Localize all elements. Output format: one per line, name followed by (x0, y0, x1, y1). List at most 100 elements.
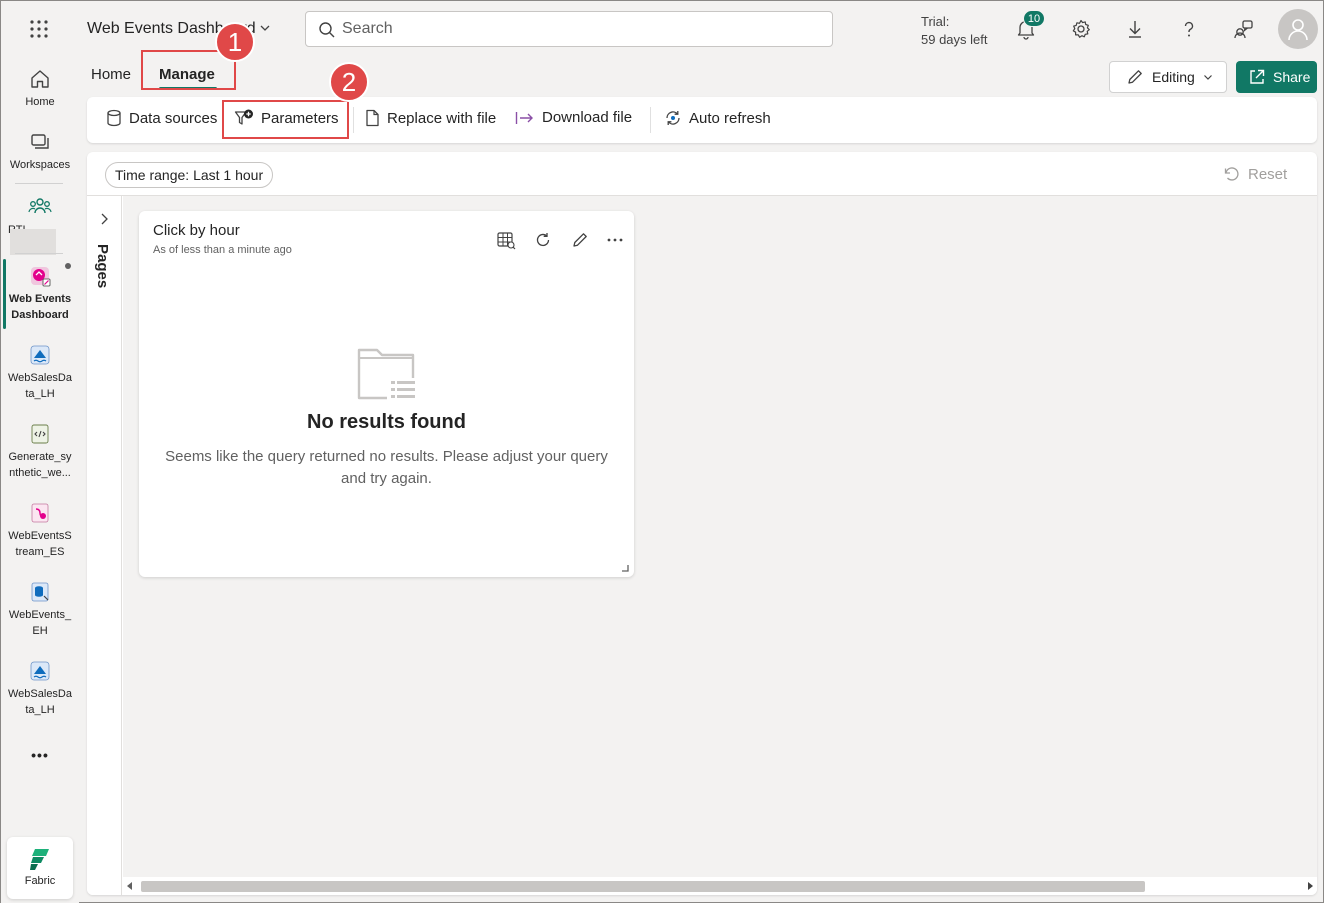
more-options-icon[interactable] (604, 229, 626, 251)
rail-item-webevents-eh[interactable]: WebEvents_ EH (1, 580, 79, 639)
annotation-marker-2: 2 (329, 62, 369, 102)
scroll-right-icon[interactable] (1307, 882, 1313, 890)
share-icon (1248, 68, 1266, 86)
notification-badge[interactable]: 10 (1023, 10, 1045, 27)
download-file-label: Download file (542, 109, 633, 126)
trial-label: Trial: (921, 14, 950, 29)
scrollbar-thumb[interactable] (141, 881, 1145, 892)
empty-state-message: Seems like the query returned no results… (165, 448, 608, 487)
rail-item-label: WebSalesDa (8, 372, 72, 384)
rail-item-workspaces[interactable]: Workspaces (1, 130, 79, 173)
edit-pencil-icon[interactable] (569, 229, 591, 251)
auto-refresh-button[interactable]: Auto refresh (664, 109, 771, 127)
rail-item-label: WebEventsS (8, 530, 72, 542)
resize-handle-icon[interactable] (621, 564, 629, 572)
editing-label: Editing (1152, 69, 1195, 85)
refresh-icon[interactable] (532, 229, 554, 251)
replace-with-file-label: Replace with file (387, 109, 497, 127)
data-sources-label: Data sources (129, 109, 218, 127)
rail-item-web-events-dashboard[interactable]: Web Events Dashboard (1, 264, 79, 323)
user-avatar[interactable] (1278, 9, 1318, 49)
reset-button[interactable]: Reset (1222, 165, 1287, 183)
fabric-label: Fabric (24, 875, 56, 887)
filter-bar: Time range: Last 1 hour Reset (87, 152, 1317, 196)
horizontal-scrollbar[interactable] (123, 877, 1317, 895)
annotation-highlight-parameters (222, 100, 349, 139)
workspaces-icon (28, 130, 52, 154)
rail-item-label: ta_LH (25, 388, 55, 400)
dashboard-tile[interactable]: Click by hour As of less than a minute a… (139, 211, 634, 577)
rail-item-label: WebEvents_ (8, 609, 72, 621)
fabric-logo-icon (28, 847, 52, 871)
rail-item-label: Generate_sy (8, 451, 72, 463)
editing-mode-button[interactable]: Editing (1109, 61, 1227, 93)
rail-item-label: Web Events (8, 293, 72, 305)
share-button[interactable]: Share (1236, 61, 1317, 93)
undo-icon (1222, 165, 1240, 183)
download-icon[interactable] (1123, 17, 1147, 41)
top-bar: Web Events Dashboard Trial: 59 days left… (1, 1, 1323, 57)
rail-item-label: EH (32, 625, 48, 637)
empty-folder-icon (357, 344, 417, 402)
pencil-icon (1126, 68, 1144, 86)
rail-item-generate-synthetic[interactable]: Generate_sy nthetic_we... (1, 422, 79, 481)
tab-home[interactable]: Home (91, 66, 131, 83)
lakehouse-icon (28, 343, 52, 367)
rail-item-rti-workspace[interactable]: RTI_ (1, 195, 79, 255)
tile-title: Click by hour (153, 222, 240, 239)
rail-item-label: ta_LH (25, 704, 55, 716)
more-icon[interactable]: ••• (1, 747, 79, 763)
rail-item-label: WebSalesDa (8, 688, 72, 700)
trial-status: Trial: 59 days left (921, 13, 988, 49)
database-icon (106, 109, 122, 127)
share-feedback-icon[interactable] (1231, 17, 1255, 41)
rail-item-label: Home (25, 96, 55, 108)
pages-label: Pages (94, 244, 111, 289)
download-file-button[interactable]: Download file (515, 109, 632, 126)
search-box[interactable] (305, 11, 833, 47)
data-sources-button[interactable]: Data sources (106, 109, 217, 127)
tile-subtitle: As of less than a minute ago (153, 244, 292, 256)
rail-item-webeventsstream-es[interactable]: WebEventsS tream_ES (1, 501, 79, 560)
refresh-sync-icon (664, 109, 682, 127)
realtime-dashboard-icon (28, 264, 52, 288)
left-navigation-rail: Home Workspaces RTI_ Web Events Dashboar… (1, 57, 79, 903)
ribbon-divider (650, 107, 651, 133)
arrow-export-icon (515, 110, 535, 126)
scroll-left-icon[interactable] (127, 882, 133, 890)
rail-item-websalesdata-lh-2[interactable]: WebSalesDa ta_LH (1, 659, 79, 718)
chevron-down-icon (1203, 72, 1213, 82)
eventhouse-icon (28, 580, 52, 604)
rail-item-websalesdata-lh[interactable]: WebSalesDa ta_LH (1, 343, 79, 402)
time-range-filter[interactable]: Time range: Last 1 hour (105, 162, 274, 188)
pages-pane[interactable]: Pages (87, 196, 122, 895)
dashboard-canvas: Time range: Last 1 hour Reset Pages Clic… (87, 152, 1317, 895)
redacted-text (10, 229, 56, 255)
help-icon[interactable] (1177, 17, 1201, 41)
search-input[interactable] (342, 18, 812, 40)
auto-refresh-label: Auto refresh (689, 109, 771, 127)
home-icon (28, 67, 52, 91)
rail-divider (15, 183, 63, 184)
people-icon (28, 195, 52, 219)
search-icon (318, 21, 336, 39)
fabric-switcher[interactable]: Fabric (7, 837, 73, 899)
main-area: Home Manage Editing Share Data sources P… (79, 57, 1323, 903)
chevron-right-icon[interactable] (99, 212, 109, 226)
table-explore-icon[interactable] (495, 229, 517, 251)
eventstream-icon (28, 501, 52, 525)
notebook-icon (28, 422, 52, 446)
rail-item-label: Workspaces (9, 159, 71, 171)
rail-item-label: Dashboard (11, 309, 69, 321)
replace-with-file-button[interactable]: Replace with file (364, 109, 496, 127)
reset-label: Reset (1248, 165, 1288, 183)
trial-days-left: 59 days left (921, 32, 988, 47)
annotation-marker-1: 1 (215, 22, 255, 62)
rail-item-home[interactable]: Home (1, 67, 79, 110)
chevron-down-icon[interactable] (259, 22, 271, 34)
rail-item-label: tream_ES (15, 546, 65, 558)
empty-state-title: No results found (307, 411, 466, 433)
rail-divider (15, 253, 63, 254)
app-launcher-icon[interactable] (27, 17, 51, 41)
gear-icon[interactable] (1069, 17, 1093, 41)
